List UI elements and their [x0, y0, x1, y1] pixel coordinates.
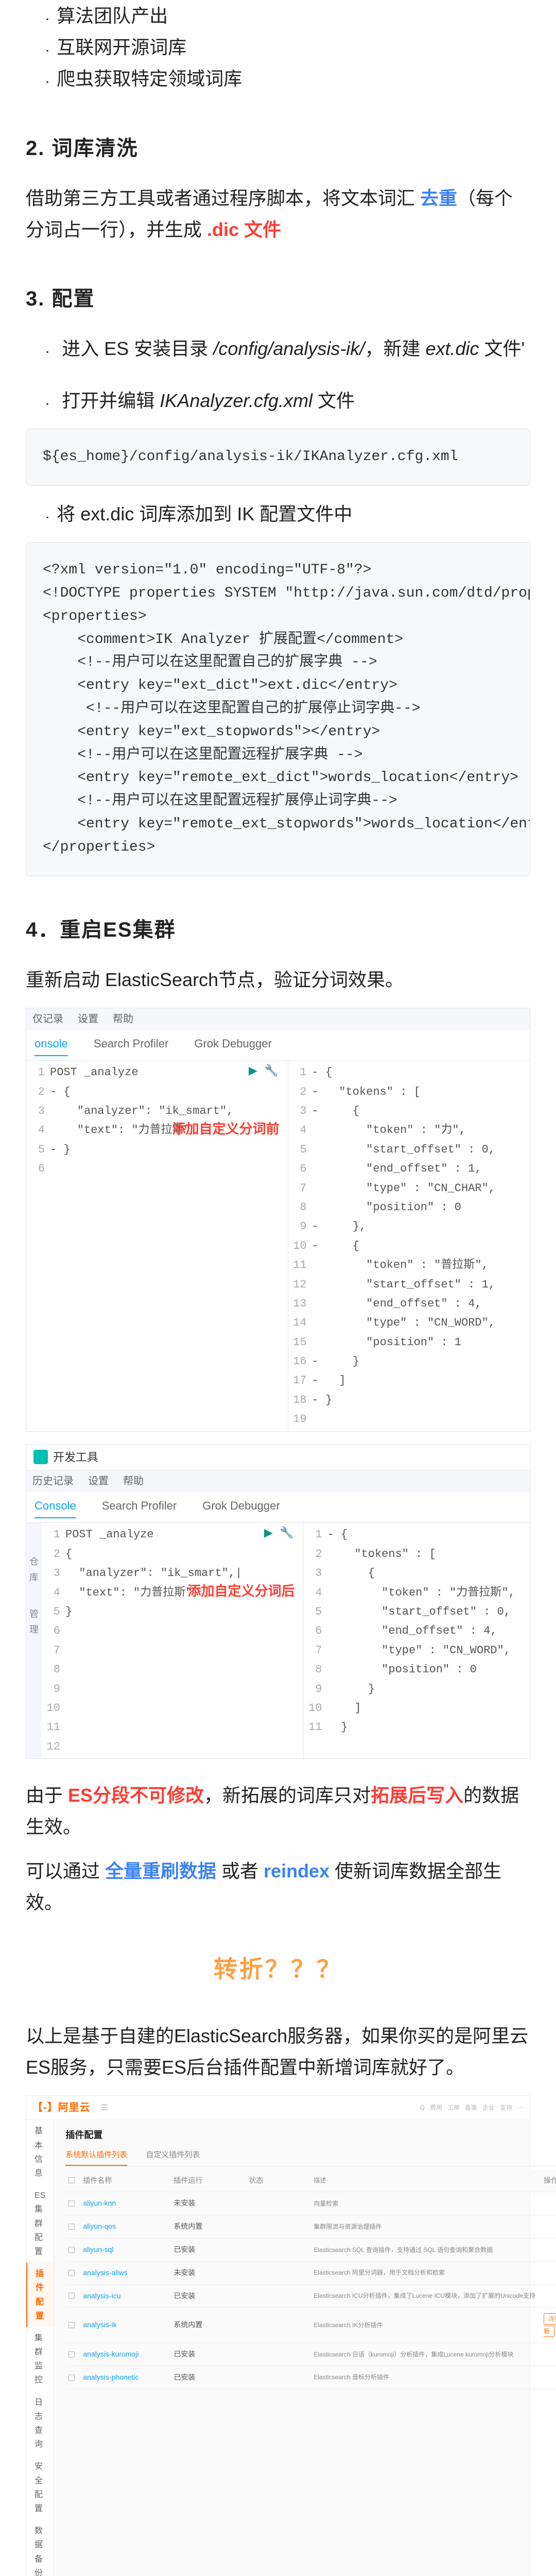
section-2-para: 借助第三方工具或者通过程序脚本，将文本词汇 去重（每个分词占一行），并生成 .d… [26, 182, 530, 245]
sidebar-item[interactable]: 日志查询 [26, 2392, 54, 2456]
plugin-config-heading: 插件配置 [65, 2127, 556, 2143]
plugin-name[interactable]: aliyun-qos [83, 2221, 165, 2233]
table-row: aliyun-sql已安装Elasticsearch SQL 查询插件，支持通过… [65, 2239, 556, 2262]
section-3-title: 3. 配置 [26, 281, 530, 316]
kibana-screenshot-after: 开发工具 历史记录设置帮助 Console Search Profiler Gr… [26, 1444, 530, 1759]
code-block-config-path: ${es_home}/config/analysis-ik/IKAnalyzer… [26, 429, 530, 486]
tab-grok-debugger[interactable]: Grok Debugger [194, 1034, 271, 1056]
annotation-after: 添加自定义分词后 [188, 1580, 295, 1602]
table-row: analysis-kuromoji已安装Elasticsearch 日语（kur… [65, 2343, 556, 2366]
tab-system-plugins[interactable]: 系统默认插件列表 [65, 2148, 127, 2166]
console-response-pane: 1- {2 "tokens" : [3 {4 "token" : "力普拉斯",… [304, 1523, 530, 1758]
sidebar-item[interactable]: 集群监控 [26, 2327, 54, 2392]
list-item: 互联网开源词库 [46, 31, 530, 63]
table-row: analysis-aliws未安装Elasticsearch 阿里分词器，用于文… [65, 2262, 556, 2285]
para-aliyun: 以上是基于自建的ElasticSearch服务器，如果你买的是阿里云ES服务，只… [26, 2020, 530, 2083]
list-item: 将 ext.dic 词库添加到 IK 配置文件中 [46, 498, 530, 530]
checkbox[interactable] [68, 2200, 75, 2207]
checkbox[interactable] [68, 2270, 75, 2276]
aliyun-console-screenshot: 【-】阿里云 ☰ Q 费用 工单 备案 企业 支持 ⋯ 基本信息ES集群配置插件… [26, 2095, 530, 2576]
checkbox[interactable] [68, 2351, 75, 2358]
plugin-name[interactable]: analysis-kuromoji [83, 2348, 165, 2361]
checkbox[interactable] [68, 2224, 75, 2230]
section-4-title: 4．重启ES集群 [26, 912, 530, 947]
run-icon[interactable]: ▶ 🔧 [264, 1524, 294, 1543]
code-block-xml-config: <?xml version="1.0" encoding="UTF-8"?> <… [26, 542, 530, 876]
annotation-before: 添加自定义分词前 [172, 1117, 280, 1140]
console-response-pane: 1- {2- "tokens" : [3- {4 "token" : "力",5… [288, 1061, 530, 1431]
aliyun-logo: 【-】阿里云 [32, 2099, 91, 2116]
tab-search-profiler[interactable]: Search Profiler [102, 1496, 177, 1518]
plugin-name[interactable]: aliyun-knn [83, 2197, 165, 2210]
intro-list: 算法团队产出 互联网开源词库 爬虫获取特定领域词库 [26, 0, 530, 95]
tab-console[interactable]: onsole [34, 1034, 68, 1056]
cloud-side-nav: 基本信息ES集群配置插件配置集群监控日志查询安全配置数据备份可视化控制智能运维 [26, 2120, 54, 2576]
plugin-name[interactable]: analysis-ik [83, 2319, 165, 2331]
sidebar-item[interactable]: 插件配置 [26, 2263, 54, 2327]
para-segment-immutable: 由于 ES分段不可修改，新拓展的词库只对拓展后写入的数据生效。 [26, 1780, 530, 1842]
sidebar-item[interactable]: 基本信息 [26, 2120, 54, 2184]
run-icon[interactable]: ▶ 🔧 [249, 1062, 279, 1081]
console-request-pane[interactable]: ▶ 🔧 添加自定义分词前 1POST _analyze2- {3 "analyz… [26, 1061, 288, 1431]
list-item: 算法团队产出 [46, 0, 530, 31]
plugin-name[interactable]: analysis-aliws [83, 2267, 165, 2279]
kibana-tabs: onsole Search Profiler Grok Debugger [26, 1030, 530, 1061]
tab-console[interactable]: Console [34, 1496, 76, 1518]
table-row: aliyun-knn未安装向量检索 [65, 2192, 556, 2215]
list-item: 进入 ES 安装目录 /config/analysis-ik/，新建 ext.d… [46, 333, 530, 364]
sidebar-item[interactable]: 安全配置 [26, 2455, 54, 2520]
plugin-name[interactable]: analysis-icu [83, 2290, 165, 2302]
para-reindex: 可以通过 全量重刷数据 或者 reindex 使新词库数据全部生效。 [26, 1855, 530, 1918]
kibana-tabs: Console Search Profiler Grok Debugger [26, 1492, 530, 1523]
table-row: analysis-icu已安装Elasticsearch ICU分析插件，集成了… [65, 2285, 556, 2308]
checkbox[interactable] [68, 2247, 75, 2253]
list-item: 爬虫获取特定领域词库 [46, 63, 530, 94]
history-bar: 仅记录设置帮助 [26, 1008, 530, 1030]
plugin-name[interactable]: aliyun-sql [83, 2244, 165, 2256]
table-row: analysis-phonetic已安装Elasticsearch 音标分析插件 [65, 2366, 556, 2389]
cloud-tabs: 系统默认插件列表 自定义插件列表 [65, 2148, 556, 2166]
update-button[interactable]: 冷更新、热更新 [544, 2313, 556, 2337]
twist-heading: 转折？？？ [26, 1949, 530, 1989]
section-4-para: 重新启动 ElasticSearch节点，验证分词效果。 [26, 964, 530, 995]
checkbox[interactable] [68, 2293, 75, 2299]
table-row: aliyun-qos系统内置集群限流与资源治理插件 [65, 2215, 556, 2239]
top-icons: Q 费用 工单 备案 企业 支持 ⋯ [420, 2103, 524, 2113]
table-header: 插件名称 插件运行 状态 描述 操作 [65, 2170, 556, 2193]
kibana-side-nav: 仓库 管理 [26, 1523, 42, 1758]
list-item: 打开并编辑 IKAnalyzer.cfg.xml 文件 [46, 385, 530, 416]
sidebar-item[interactable]: ES集群配置 [26, 2184, 54, 2263]
checkbox[interactable] [68, 2322, 75, 2328]
console-request-pane[interactable]: ▶ 🔧 添加自定义分词后 1POST _analyze2{3 "analyzer… [42, 1523, 304, 1758]
tab-search-profiler[interactable]: Search Profiler [94, 1034, 169, 1056]
kibana-icon [33, 1450, 48, 1464]
table-row: analysis-ik系统内置Elasticsearch IK分析插件冷更新、热… [65, 2308, 556, 2343]
section-2-title: 2. 词库清洗 [26, 131, 530, 166]
history-bar: 历史记录设置帮助 [26, 1470, 530, 1492]
checkbox[interactable] [68, 2375, 75, 2381]
tab-custom-plugins[interactable]: 自定义插件列表 [146, 2148, 200, 2166]
kibana-screenshot-before: 仅记录设置帮助 onsole Search Profiler Grok Debu… [26, 1008, 530, 1432]
sidebar-item[interactable]: 数据备份 [26, 2520, 54, 2576]
dev-tools-title: 开发工具 [53, 1448, 98, 1467]
tab-grok-debugger[interactable]: Grok Debugger [202, 1496, 280, 1518]
plugin-name[interactable]: analysis-phonetic [83, 2371, 165, 2384]
